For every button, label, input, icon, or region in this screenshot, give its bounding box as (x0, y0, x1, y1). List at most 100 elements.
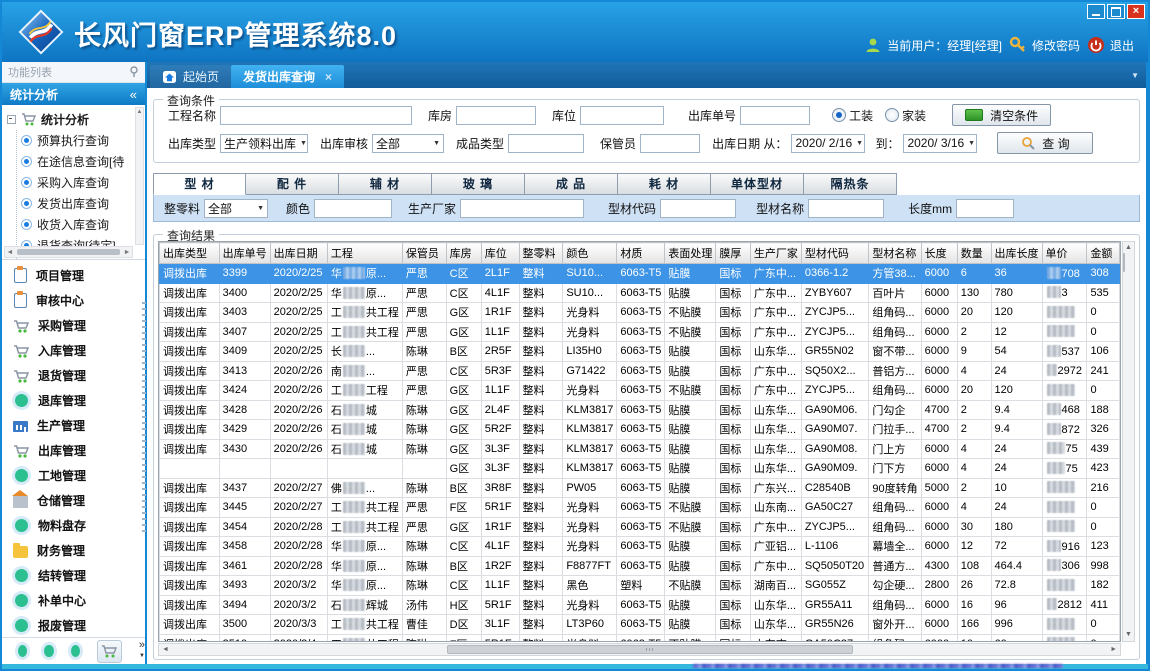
column-header[interactable]: 整零料 (519, 243, 563, 264)
table-row[interactable]: 调拨出库35002020/3/3工共工程曹佳D区3L1F整料LT3P606063… (160, 615, 1120, 635)
column-header[interactable]: 库位 (481, 243, 519, 264)
radio-jiazhuang[interactable]: 家装 (885, 107, 926, 124)
table-row[interactable]: 调拨出库34942020/3/2石辉城汤伟H区5R1F整料光身料6063-T5贴… (160, 595, 1120, 615)
maximize-button[interactable] (1107, 4, 1125, 19)
close-button[interactable]: × (1127, 4, 1145, 19)
quick-dot-icon-3[interactable] (71, 645, 80, 657)
tab-profile[interactable]: 型 材 (153, 173, 246, 195)
quick-cart-button[interactable] (97, 640, 122, 663)
column-header[interactable]: 长度 (921, 243, 957, 264)
date-to-select[interactable]: 2020/ 3/16▼ (903, 134, 977, 153)
tab-delivery-outbound-query[interactable]: 发货出库查询 × (231, 65, 344, 88)
tab-consumable[interactable]: 耗 材 (618, 173, 711, 195)
column-header[interactable]: 型材代码 (801, 243, 869, 264)
warehouse-input[interactable] (456, 106, 536, 125)
tree-item-purchase-inbound-query[interactable]: 采购入库查询 (21, 172, 145, 193)
column-header[interactable]: 表面处理 (665, 243, 716, 264)
tab-list-dropdown-icon[interactable]: ▼ (1131, 71, 1139, 80)
table-row[interactable]: 调拨出库34542020/2/28工共工程严思G区1R1F整料光身料6063-T… (160, 517, 1120, 537)
clear-conditions-button[interactable]: 清空条件 (952, 104, 1051, 126)
table-row[interactable]: 调拨出库34072020/2/25工共工程严思G区1L1F整料光身料6063-T… (160, 322, 1120, 342)
sidebar-item-warehouse-management[interactable]: 仓储管理 (2, 488, 145, 513)
tab-close-icon[interactable]: × (325, 70, 332, 84)
tab-auxiliary-material[interactable]: 辅 材 (339, 173, 432, 195)
date-from-select[interactable]: 2020/ 2/16▼ (791, 134, 865, 153)
table-row[interactable]: 调拨出库34002020/2/25华原...严思C区4L1F整料SU10...6… (160, 283, 1120, 303)
tab-fitting[interactable]: 配 件 (246, 173, 339, 195)
sidebar-item-outbound-management[interactable]: 出库管理 (2, 438, 145, 463)
table-row[interactable]: 调拨出库34932020/3/2华原...陈琳C区1L1F整料黑色塑料不贴膜国标… (160, 576, 1120, 596)
column-header[interactable]: 颜色 (563, 243, 617, 264)
column-header[interactable]: 出库日期 (270, 243, 327, 264)
profile-code-input[interactable] (660, 199, 736, 218)
quick-dot-icon-1[interactable] (18, 645, 27, 657)
overflow-chevron[interactable]: »▼ (139, 641, 145, 661)
outbound-audit-select[interactable]: 全部▼ (372, 134, 444, 153)
column-header[interactable]: 单价 (1042, 243, 1087, 264)
table-row[interactable]: 调拨出库34292020/2/26石城陈琳G区5R2F整料KLM38176063… (160, 420, 1120, 440)
location-input[interactable] (580, 106, 664, 125)
collapse-icon[interactable]: « (130, 87, 137, 102)
tree-root-statistics[interactable]: 统计分析 (7, 109, 145, 130)
tree-vertical-scrollbar[interactable]: ▲ (135, 107, 144, 245)
table-row[interactable]: 调拨出库34612020/2/28华原...陈琳B区1R2F整料F8877FT6… (160, 556, 1120, 576)
scroll-down-icon[interactable]: ▼ (1123, 629, 1134, 641)
table-row[interactable]: 调拨出库35102020/3/4工共工程陈琳F区5R1F整料光身料6063-T5… (160, 634, 1120, 642)
tab-glass[interactable]: 玻 璃 (432, 173, 525, 195)
table-row[interactable]: 调拨出库34302020/2/26石城陈琳G区3L3F整料KLM38176063… (160, 439, 1120, 459)
sidebar-group-header[interactable]: 统计分析 « (2, 83, 145, 105)
column-header[interactable]: 生产厂家 (750, 243, 801, 264)
tree-item-budget-execution-query[interactable]: 预算执行查询 (21, 130, 145, 151)
table-row[interactable]: 调拨出库34372020/2/27佛...陈琳B区3R8F整料PW056063-… (160, 478, 1120, 498)
project-name-input[interactable] (220, 106, 412, 125)
tree-item-in-transit-info-query[interactable]: 在途信息查询[待 (21, 151, 145, 172)
sidebar-item-scrap-management[interactable]: 报废管理 (2, 613, 145, 637)
scroll-left-icon[interactable]: ◄ (162, 644, 169, 655)
column-header[interactable]: 保管员 (402, 243, 446, 264)
sidebar-item-return-warehouse-management[interactable]: 退库管理 (2, 388, 145, 413)
sidebar-item-audit-center[interactable]: 审核中心 (2, 288, 145, 313)
table-row[interactable]: 调拨出库34282020/2/26石城陈琳G区2L4F整料KLM38176063… (160, 400, 1120, 420)
sidebar-item-production-management[interactable]: 生产管理 (2, 413, 145, 438)
sidebar-item-returns-management[interactable]: 退货管理 (2, 363, 145, 388)
tree-horizontal-scrollbar[interactable]: ◄► (4, 246, 133, 258)
table-row[interactable]: 调拨出库33992020/2/25华原...严思C区2L1F整料SU10...6… (160, 264, 1120, 284)
length-mm-input[interactable] (956, 199, 1014, 218)
sidebar-item-carryover-management[interactable]: 结转管理 (2, 563, 145, 588)
grid-horizontal-scrollbar[interactable]: ◄ ► (158, 643, 1121, 656)
keeper-input[interactable] (640, 134, 700, 153)
search-button[interactable]: 查 询 (997, 132, 1093, 154)
tree-item-delivery-outbound-query[interactable]: 发货出库查询 (21, 193, 145, 214)
tree-expand-icon[interactable] (7, 115, 16, 124)
table-row[interactable]: 调拨出库34242020/2/26工工程严思G区1L1F整料光身料6063-T5… (160, 381, 1120, 401)
column-header[interactable]: 数量 (957, 243, 991, 264)
column-header[interactable]: 膜厚 (716, 243, 750, 264)
table-row[interactable]: 调拨出库34452020/2/27工共工程严思F区5R1F整料光身料6063-T… (160, 498, 1120, 518)
quick-dot-icon-2[interactable] (44, 645, 53, 657)
outbound-type-select[interactable]: 生产领料出库▼ (220, 134, 308, 153)
sidebar-item-material-inventory[interactable]: 物料盘存 (2, 513, 145, 538)
table-row[interactable]: G区3L3F整料KLM38176063-T5贴膜国标山东华...GA90M09.… (160, 459, 1120, 479)
profile-name-input[interactable] (808, 199, 884, 218)
column-header[interactable]: 出库类型 (160, 243, 220, 264)
sidebar-item-project-management[interactable]: 项目管理 (2, 263, 145, 288)
sidebar-item-supplement-order-center[interactable]: 补单中心 (2, 588, 145, 613)
whole-part-select[interactable]: 全部▼ (204, 199, 268, 218)
vertical-scroll-thumb[interactable] (1123, 253, 1125, 272)
column-header[interactable]: 型材名称 (869, 243, 921, 264)
sidebar-item-site-management[interactable]: 工地管理 (2, 463, 145, 488)
grid-vertical-scrollbar[interactable]: ▲ ▼ (1122, 241, 1135, 642)
table-row[interactable]: 调拨出库34032020/2/25工共工程严思G区1R1F整料光身料6063-T… (160, 303, 1120, 323)
tab-finished-product[interactable]: 成 品 (525, 173, 618, 195)
change-password-button[interactable]: 修改密码 (1009, 36, 1080, 54)
horizontal-scroll-thumb[interactable] (447, 645, 853, 654)
column-header[interactable]: 库房 (446, 243, 481, 264)
sidebar-item-finance-management[interactable]: 财务管理 (2, 538, 145, 563)
tab-single-profile[interactable]: 单体型材 (711, 173, 804, 195)
tree-item-receipt-inbound-query[interactable]: 收货入库查询 (21, 214, 145, 235)
table-row[interactable]: 调拨出库34582020/2/28华原...陈琳C区4L1F整料光身料6063-… (160, 537, 1120, 557)
tab-insulation-strip[interactable]: 隔热条 (804, 173, 897, 195)
sidebar-item-purchase-management[interactable]: 采购管理 (2, 313, 145, 338)
table-row[interactable]: 调拨出库34092020/2/25长...陈琳B区2R5F整料LI35H0606… (160, 342, 1120, 362)
pin-icon[interactable] (129, 66, 139, 78)
